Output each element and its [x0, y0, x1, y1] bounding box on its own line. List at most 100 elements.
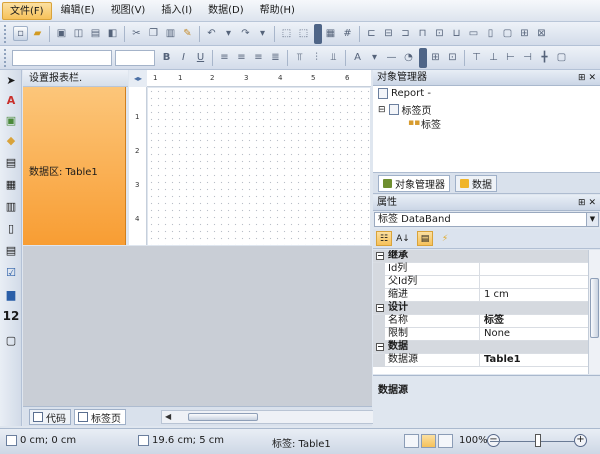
- property-row[interactable]: 父Id列: [373, 276, 588, 289]
- table-object-icon[interactable]: ▦: [3, 176, 19, 192]
- property-grid-scrollbar[interactable]: [588, 250, 600, 374]
- menu-data[interactable]: 数据(D): [201, 2, 251, 20]
- property-row[interactable]: 限制 None: [373, 328, 588, 341]
- tree-node-report[interactable]: Report -: [378, 88, 431, 99]
- richtext-object-icon[interactable]: ▤: [3, 242, 19, 258]
- tree-node-band[interactable]: ▪▪ 标签: [408, 116, 441, 131]
- bold-icon[interactable]: B: [159, 50, 174, 65]
- collapse-icon[interactable]: −: [376, 252, 384, 260]
- zoom-slider-knob[interactable]: [535, 434, 541, 447]
- undo-dropdown-icon[interactable]: ▾: [221, 26, 236, 41]
- property-category[interactable]: − 设计: [373, 302, 588, 315]
- copy-icon[interactable]: ❐: [146, 26, 161, 41]
- text-justify-icon[interactable]: ≣: [268, 50, 283, 65]
- align-middle-icon[interactable]: ⊡: [432, 26, 447, 41]
- property-row[interactable]: 数据源 Table1: [373, 354, 588, 367]
- zoom-in-icon[interactable]: +: [574, 434, 587, 447]
- toolbar-grip[interactable]: [4, 24, 9, 43]
- menu-view[interactable]: 视图(V): [104, 2, 153, 20]
- tree-node-page[interactable]: ⊟ 标签页: [378, 102, 432, 117]
- data-band[interactable]: 数据区: Table1: [23, 87, 126, 245]
- text-align-center-icon[interactable]: ≡: [234, 50, 249, 65]
- align-right-icon[interactable]: ⊐: [398, 26, 413, 41]
- more-objects-icon[interactable]: ▢: [3, 332, 19, 348]
- border-left-icon[interactable]: ⊢: [503, 50, 518, 65]
- barcode-object-icon[interactable]: ▯: [3, 220, 19, 236]
- scroll-thumb[interactable]: [590, 278, 599, 338]
- chevron-down-icon[interactable]: ▼: [586, 213, 598, 226]
- border-outer-icon[interactable]: ▢: [554, 50, 569, 65]
- italic-icon[interactable]: I: [176, 50, 191, 65]
- cut-icon[interactable]: ✂: [129, 26, 144, 41]
- band-panel-header[interactable]: 设置报表栏.: [23, 70, 128, 87]
- align-top-icon[interactable]: ⊓: [415, 26, 430, 41]
- categorized-icon[interactable]: ☷: [376, 231, 392, 246]
- property-row[interactable]: Id列: [373, 263, 588, 276]
- property-value[interactable]: 1 cm: [479, 289, 588, 301]
- toolbar-overflow-icon[interactable]: [419, 47, 427, 68]
- menu-file[interactable]: 文件(F): [2, 1, 52, 20]
- tab-data[interactable]: 数据: [455, 175, 497, 192]
- collapse-icon[interactable]: −: [376, 343, 384, 351]
- same-size-icon[interactable]: ▢: [500, 26, 515, 41]
- chart-object-icon[interactable]: ▆: [3, 286, 19, 302]
- shape-object-icon[interactable]: ◆: [3, 132, 19, 148]
- paste-icon[interactable]: ▥: [163, 26, 178, 41]
- horizontal-scrollbar[interactable]: ◀ ▶: [161, 410, 391, 424]
- checkbox-object-icon[interactable]: ☑: [3, 264, 19, 280]
- text-color-dropdown-icon[interactable]: ▾: [367, 50, 382, 65]
- zoom-slider-track[interactable]: [490, 441, 574, 442]
- pointer-icon[interactable]: ➤: [3, 72, 19, 88]
- picture-object-icon[interactable]: ▣: [3, 112, 19, 128]
- line-style-icon[interactable]: —: [384, 50, 399, 65]
- border-top-icon[interactable]: ⊤: [469, 50, 484, 65]
- open-icon[interactable]: ▰: [30, 26, 45, 41]
- align-bottom-icon[interactable]: ⊔: [449, 26, 464, 41]
- properties-icon[interactable]: ▤: [417, 231, 433, 246]
- border-inner-icon[interactable]: ╋: [537, 50, 552, 65]
- border-all-icon[interactable]: ⊞: [428, 50, 443, 65]
- report-design-canvas[interactable]: [148, 88, 370, 245]
- text-color-icon[interactable]: A: [350, 50, 365, 65]
- matrix-object-icon[interactable]: ▥: [3, 198, 19, 214]
- valign-center-icon[interactable]: ⫶: [309, 50, 324, 65]
- tab-page[interactable]: 标签页: [74, 409, 126, 425]
- view-fit-icon[interactable]: [438, 434, 453, 448]
- property-value[interactable]: [479, 263, 588, 275]
- pin-close-icon[interactable]: ⊞ ✕: [578, 195, 596, 211]
- design-workspace[interactable]: [23, 246, 372, 406]
- font-size-combo[interactable]: [115, 49, 155, 66]
- collapse-icon[interactable]: −: [376, 304, 384, 312]
- align-left-icon[interactable]: ⊏: [364, 26, 379, 41]
- view-normal-icon[interactable]: [404, 434, 419, 448]
- save-icon[interactable]: ▣: [54, 26, 69, 41]
- events-icon[interactable]: ⚡: [437, 231, 453, 246]
- undo-icon[interactable]: ↶: [204, 26, 219, 41]
- subreport-icon[interactable]: ▤: [3, 154, 19, 170]
- collapse-icon[interactable]: ⊟: [378, 105, 386, 115]
- border-right-icon[interactable]: ⊣: [520, 50, 535, 65]
- valign-top-icon[interactable]: ⫪: [292, 50, 307, 65]
- tab-object-manager[interactable]: 对象管理器: [378, 175, 450, 192]
- text-object-icon[interactable]: A: [3, 92, 19, 108]
- scroll-thumb[interactable]: [188, 413, 258, 421]
- page-setup-icon[interactable]: ◧: [105, 26, 120, 41]
- toolbar-grip[interactable]: [4, 48, 9, 67]
- property-value[interactable]: None: [479, 328, 588, 340]
- pin-close-icon[interactable]: ⊞ ✕: [578, 70, 596, 86]
- ungroup-icon[interactable]: ⬚: [296, 26, 311, 41]
- font-name-combo[interactable]: [12, 49, 112, 66]
- property-value[interactable]: 标签: [479, 315, 588, 327]
- same-height-icon[interactable]: ▯: [483, 26, 498, 41]
- number-object-icon[interactable]: 12: [3, 308, 20, 324]
- property-value[interactable]: [479, 276, 588, 288]
- alphabetical-icon[interactable]: A↓: [395, 231, 411, 246]
- menu-edit[interactable]: 编辑(E): [54, 2, 102, 20]
- same-width-icon[interactable]: ▭: [466, 26, 481, 41]
- toolbar-overflow-icon[interactable]: [314, 23, 322, 44]
- property-category[interactable]: − 数据: [373, 341, 588, 354]
- text-align-left-icon[interactable]: ≡: [217, 50, 232, 65]
- group-icon[interactable]: ⬚: [279, 26, 294, 41]
- menu-help[interactable]: 帮助(H): [253, 2, 302, 20]
- property-row[interactable]: 名称 标签: [373, 315, 588, 328]
